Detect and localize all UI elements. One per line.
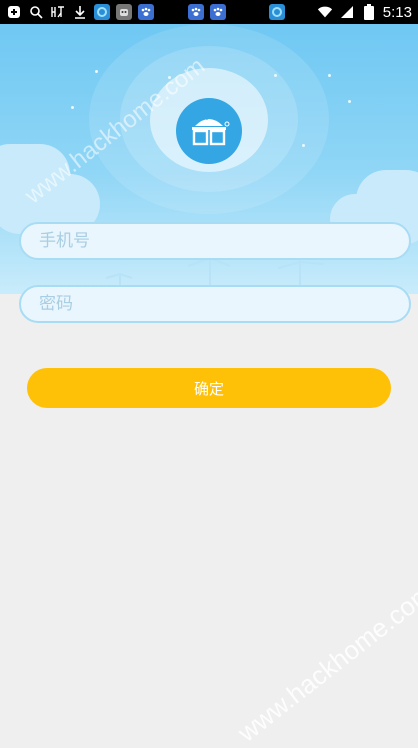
confirm-button-label: 确定 bbox=[193, 379, 224, 398]
status-time: 5:13 bbox=[382, 3, 412, 21]
paw-icon bbox=[138, 4, 154, 20]
watermark-bottom: www.hackhome.com bbox=[232, 577, 418, 748]
status-right-icons: 5:13 bbox=[268, 3, 418, 21]
phone-input[interactable] bbox=[21, 230, 409, 252]
search-icon bbox=[28, 4, 44, 20]
confirm-button[interactable]: 确定 bbox=[27, 368, 391, 408]
password-input[interactable] bbox=[21, 293, 409, 315]
download-icon bbox=[72, 4, 88, 20]
phone-field[interactable] bbox=[19, 222, 411, 260]
paw-icon bbox=[210, 4, 226, 20]
status-bar: 5:13 bbox=[0, 0, 418, 24]
robot-icon bbox=[116, 4, 132, 20]
add-box-icon bbox=[6, 4, 22, 20]
app-icon bbox=[268, 4, 285, 20]
paw-icon bbox=[188, 4, 204, 20]
status-left-icons bbox=[0, 4, 226, 20]
app-icon bbox=[94, 4, 110, 20]
listen-icon bbox=[50, 4, 66, 20]
battery-icon bbox=[361, 4, 377, 20]
wifi-icon bbox=[317, 4, 333, 20]
password-field[interactable] bbox=[19, 285, 411, 323]
signal-icon bbox=[339, 4, 355, 20]
